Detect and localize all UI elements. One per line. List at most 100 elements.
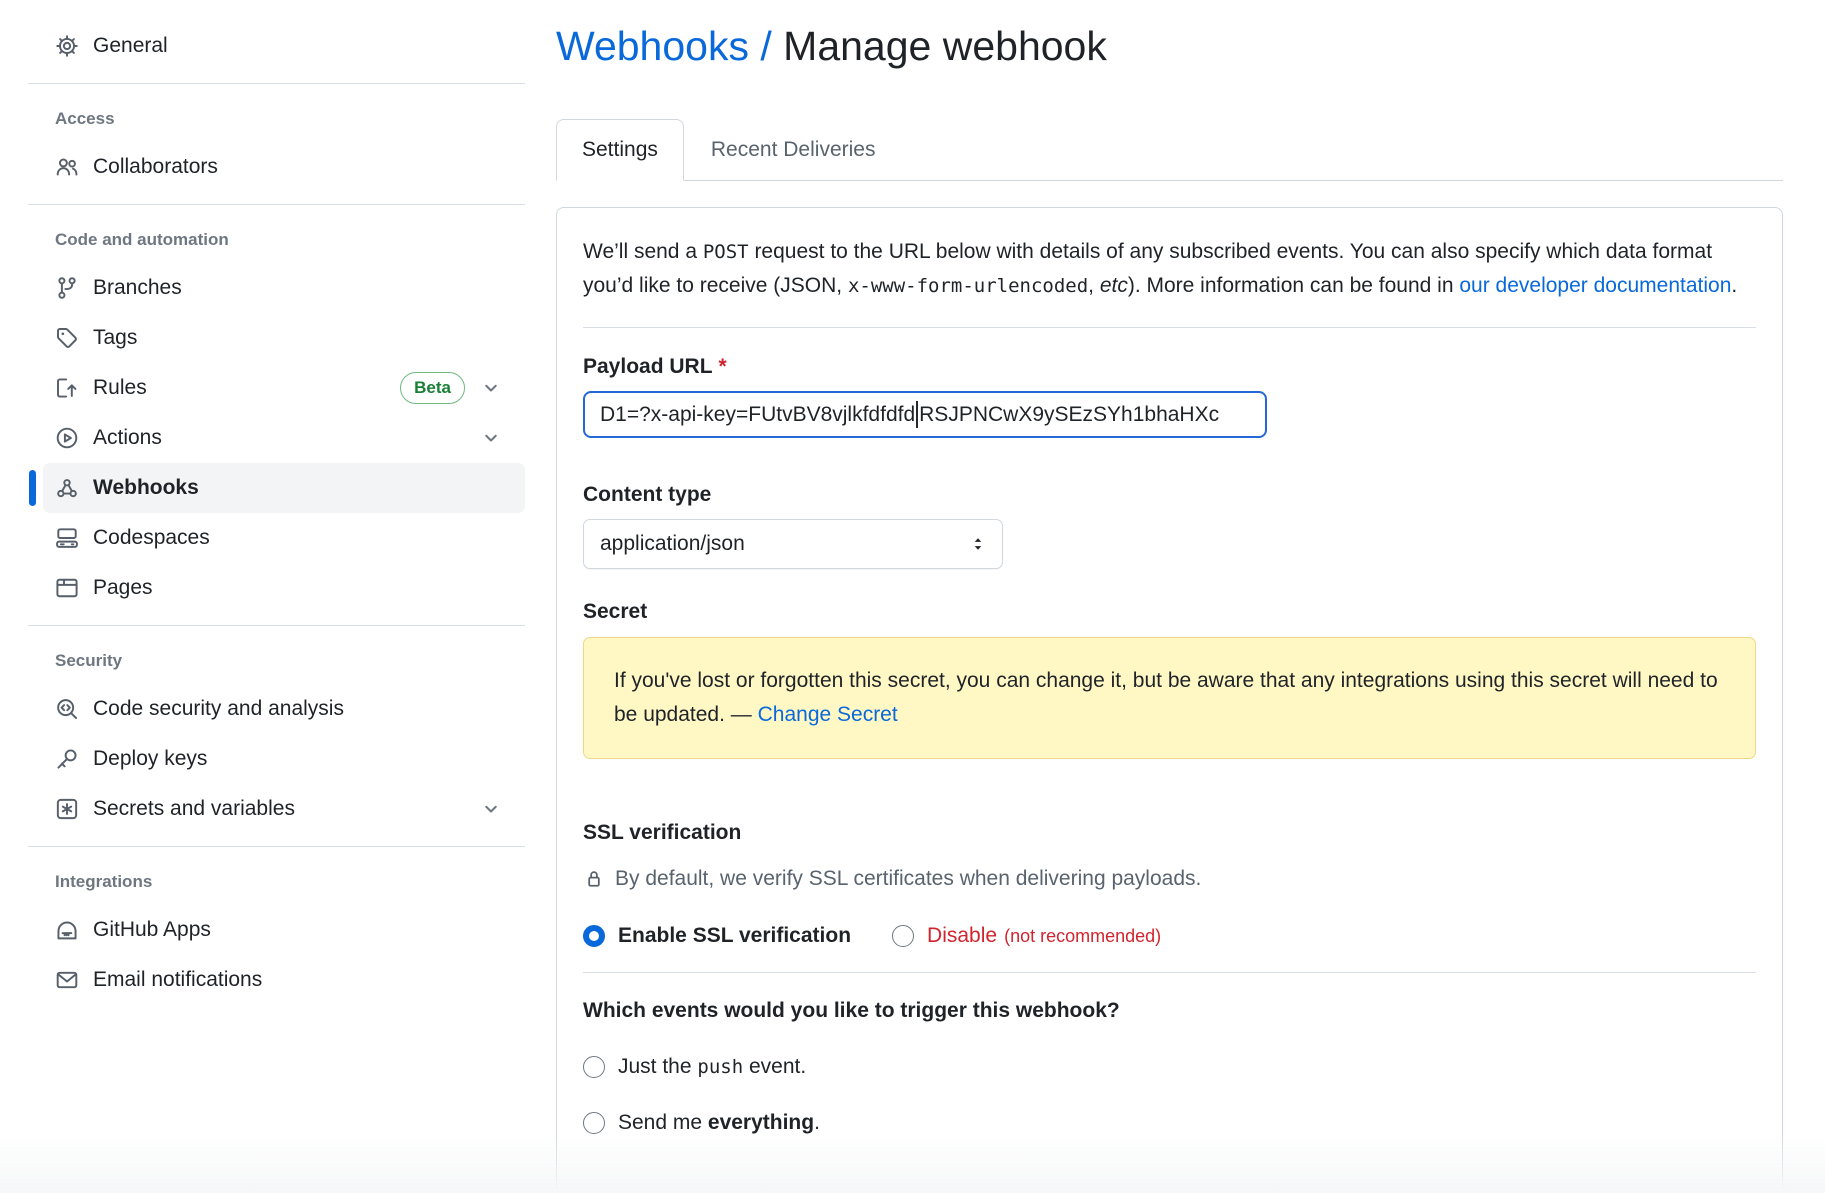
tab-recent-deliveries[interactable]: Recent Deliveries xyxy=(686,119,901,180)
chevron-down-icon[interactable] xyxy=(481,799,501,819)
content-type-select[interactable]: application/json xyxy=(583,519,1003,569)
ssl-note-text: By default, we verify SSL certificates w… xyxy=(615,867,1201,891)
sidebar-item-tags[interactable]: Tags xyxy=(43,313,525,363)
sidebar-item-code-security[interactable]: Code security and analysis xyxy=(43,684,525,734)
webhook-settings-panel: We’ll send a POST request to the URL bel… xyxy=(556,207,1783,1193)
sidebar-item-rules[interactable]: Rules Beta xyxy=(43,363,525,413)
secret-warning-banner: If you've lost or forgotten this secret,… xyxy=(583,637,1756,759)
tabnav: Settings Recent Deliveries xyxy=(556,119,1783,181)
hubot-icon xyxy=(55,918,79,942)
change-secret-link[interactable]: Change Secret xyxy=(758,703,898,726)
sidebar-item-github-apps[interactable]: GitHub Apps xyxy=(43,905,525,955)
sidebar-item-pages[interactable]: Pages xyxy=(43,563,525,613)
sidebar-item-label: General xyxy=(93,34,168,58)
sidebar-divider xyxy=(28,846,525,847)
disable-ssl-radio[interactable] xyxy=(892,925,914,947)
sidebar-item-label: Pages xyxy=(93,576,153,600)
sidebar-item-actions[interactable]: Actions xyxy=(43,413,525,463)
sidebar-item-label: Email notifications xyxy=(93,968,262,992)
sidebar-item-deploy-keys[interactable]: Deploy keys xyxy=(43,734,525,784)
send-everything-label: Send me everything. xyxy=(618,1111,820,1135)
event-option-everything: Send me everything. xyxy=(583,1111,1756,1135)
disable-ssl-group: Disable (not recommended) xyxy=(892,924,1161,948)
developer-documentation-link[interactable]: our developer documentation xyxy=(1459,274,1731,297)
payload-url-input[interactable]: D1=?x-api-key=FUtvBV8vjlkfdfdfdRSJPNCwX9… xyxy=(583,391,1267,438)
play-icon xyxy=(55,426,79,450)
sidebar-item-label: Tags xyxy=(93,326,137,350)
page-title-current: Manage webhook xyxy=(783,23,1107,69)
content-type-label: Content type xyxy=(583,482,1756,508)
sidebar-divider xyxy=(28,625,525,626)
sidebar-divider xyxy=(28,83,525,84)
beta-badge: Beta xyxy=(400,372,465,404)
sidebar-item-label: Deploy keys xyxy=(93,747,207,771)
secret-label: Secret xyxy=(583,599,1756,625)
section-divider xyxy=(583,972,1756,973)
disable-ssl-note: (not recommended) xyxy=(1004,926,1161,947)
sidebar-item-general[interactable]: General xyxy=(43,21,525,71)
sidebar-item-webhooks[interactable]: Webhooks xyxy=(43,463,525,513)
webhook-icon xyxy=(55,476,79,500)
settings-sidebar: General Access Collaborators Code and au… xyxy=(0,0,556,1193)
urlencoded-code: x-www-form-urlencoded xyxy=(848,275,1088,297)
ssl-radio-group: Enable SSL verification Disable (not rec… xyxy=(583,924,1756,948)
rules-icon xyxy=(55,376,79,400)
tag-icon xyxy=(55,326,79,350)
people-icon xyxy=(55,155,79,179)
active-item-marker xyxy=(29,470,36,506)
just-push-label: Just the push event. xyxy=(618,1055,806,1079)
gear-icon xyxy=(55,34,79,58)
sidebar-item-label: Rules xyxy=(93,376,147,400)
webhook-description: We’ll send a POST request to the URL bel… xyxy=(583,235,1743,303)
sidebar-divider xyxy=(28,204,525,205)
asterisk-icon xyxy=(55,797,79,821)
lock-icon xyxy=(583,868,605,890)
codespaces-icon xyxy=(55,526,79,550)
disable-ssl-label: Disable xyxy=(927,924,997,948)
sidebar-item-label: Code security and analysis xyxy=(93,697,344,721)
sidebar-item-label: Codespaces xyxy=(93,526,210,550)
sidebar-item-label: Actions xyxy=(93,426,162,450)
sidebar-section-code-automation: Code and automation xyxy=(28,227,556,253)
payload-url-label: Payload URL* xyxy=(583,354,1756,380)
sidebar-item-label: Webhooks xyxy=(93,476,199,500)
just-push-radio[interactable] xyxy=(583,1056,605,1078)
content-type-value: application/json xyxy=(600,532,745,556)
ssl-verification-heading: SSL verification xyxy=(583,821,1756,845)
mail-icon xyxy=(55,968,79,992)
git-branch-icon xyxy=(55,276,79,300)
ssl-note: By default, we verify SSL certificates w… xyxy=(583,867,1756,891)
browser-icon xyxy=(55,576,79,600)
required-asterisk: * xyxy=(719,355,727,378)
events-question: Which events would you like to trigger t… xyxy=(583,999,1756,1023)
event-option-push: Just the push event. xyxy=(583,1055,1756,1079)
sidebar-item-collaborators[interactable]: Collaborators xyxy=(43,142,525,192)
key-icon xyxy=(55,747,79,771)
chevron-down-icon[interactable] xyxy=(481,428,501,448)
sidebar-item-label: Secrets and variables xyxy=(93,797,295,821)
enable-ssl-label: Enable SSL verification xyxy=(618,924,851,948)
tab-settings[interactable]: Settings xyxy=(556,119,684,181)
chevron-down-icon[interactable] xyxy=(481,378,501,398)
sidebar-item-secrets-variables[interactable]: Secrets and variables xyxy=(43,784,525,834)
section-divider xyxy=(583,327,1756,328)
text-cursor xyxy=(916,401,918,428)
sidebar-item-label: GitHub Apps xyxy=(93,918,211,942)
select-arrows-icon xyxy=(968,534,988,554)
webhooks-breadcrumb-link[interactable]: Webhooks / xyxy=(556,23,772,69)
sidebar-item-label: Collaborators xyxy=(93,155,218,179)
page-title: Webhooks / Manage webhook xyxy=(556,22,1783,70)
push-code: push xyxy=(697,1056,743,1078)
post-code: POST xyxy=(703,241,749,263)
sidebar-item-branches[interactable]: Branches xyxy=(43,263,525,313)
sidebar-section-access: Access xyxy=(28,106,556,132)
sidebar-item-email-notifications[interactable]: Email notifications xyxy=(43,955,525,1005)
webhook-settings-main: Webhooks / Manage webhook Settings Recen… xyxy=(556,0,1783,1193)
send-everything-radio[interactable] xyxy=(583,1112,605,1134)
enable-ssl-radio[interactable] xyxy=(583,925,605,947)
sidebar-section-security: Security xyxy=(28,648,556,674)
sidebar-section-integrations: Integrations xyxy=(28,869,556,895)
codescan-icon xyxy=(55,697,79,721)
sidebar-item-label: Branches xyxy=(93,276,182,300)
sidebar-item-codespaces[interactable]: Codespaces xyxy=(43,513,525,563)
